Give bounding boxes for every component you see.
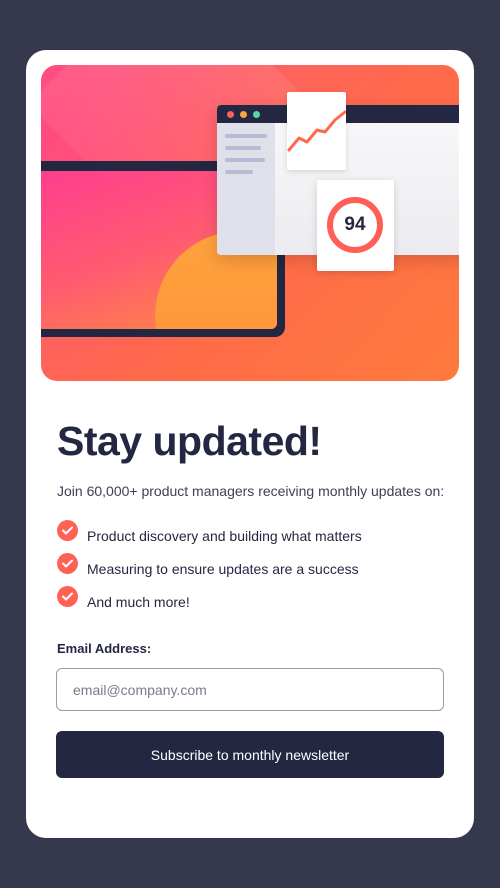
check-icon <box>57 520 78 541</box>
feature-label: Measuring to ensure updates are a succes… <box>87 560 359 577</box>
email-label: Email Address: <box>57 641 152 656</box>
trend-graph-icon <box>287 110 347 152</box>
window-minimize-dot-icon <box>240 111 247 118</box>
page-title: Stay updated! <box>57 418 322 464</box>
check-icon <box>57 553 78 574</box>
window-maximize-dot-icon <box>253 111 260 118</box>
feature-item: Product discovery and building what matt… <box>57 520 362 544</box>
score-card: 94 <box>317 180 394 271</box>
feature-item: And much more! <box>57 586 190 610</box>
hero-illustration: 94 <box>41 65 459 381</box>
subscribe-button[interactable]: Subscribe to monthly newsletter <box>56 731 444 778</box>
page-subtitle: Join 60,000+ product managers receiving … <box>57 483 445 499</box>
feature-label: Product discovery and building what matt… <box>87 527 362 544</box>
feature-item: Measuring to ensure updates are a succes… <box>57 553 359 577</box>
feature-label: And much more! <box>87 593 190 610</box>
score-value: 94 <box>344 214 366 235</box>
sidebar-line <box>225 134 267 138</box>
window-close-dot-icon <box>227 111 234 118</box>
newsletter-card: 94 Stay updated! Join 60,000+ product ma… <box>26 50 474 838</box>
browser-sidebar <box>217 123 275 255</box>
sidebar-line <box>225 170 253 174</box>
email-field[interactable] <box>56 668 444 711</box>
check-icon <box>57 586 78 607</box>
score-ring: 94 <box>327 197 383 253</box>
graph-card <box>287 92 347 170</box>
sidebar-line <box>225 146 261 150</box>
sidebar-line <box>225 158 265 162</box>
